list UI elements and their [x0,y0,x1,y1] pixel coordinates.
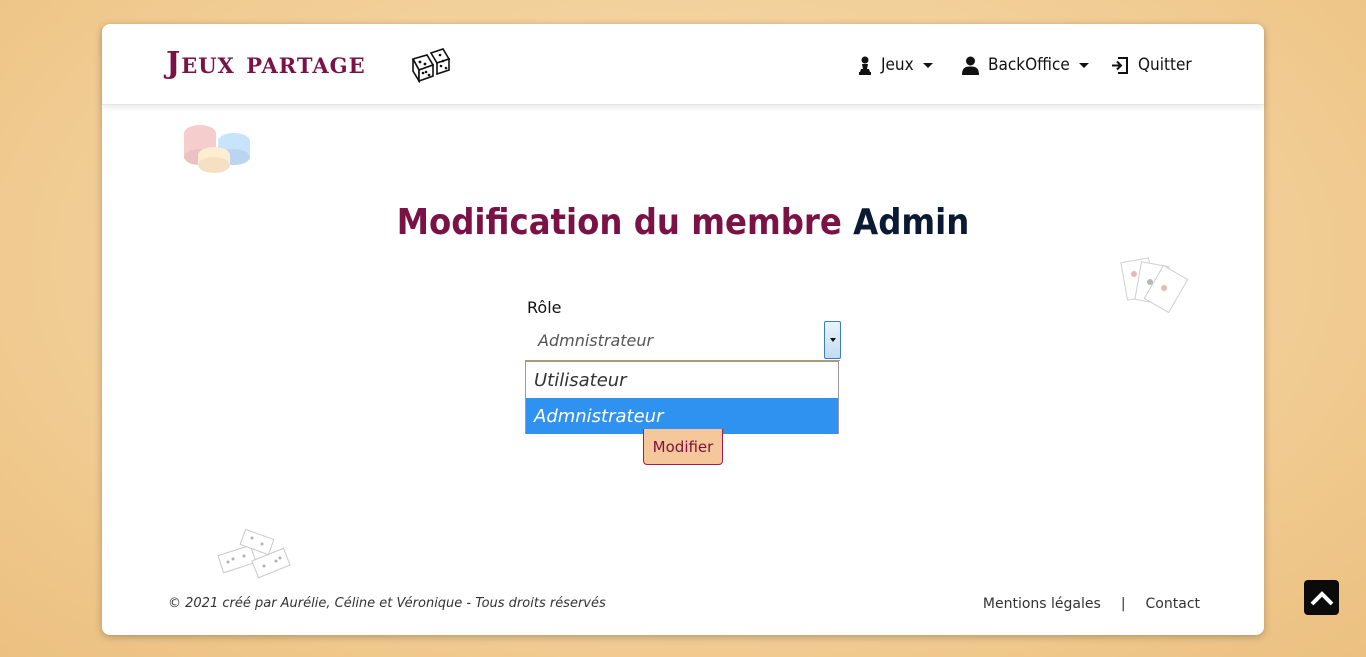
nav-quit-label: Quitter [1138,55,1192,75]
sign-out-icon [1112,56,1128,74]
user-icon [962,56,979,75]
chevron-down-icon [922,62,933,68]
navbar: Jeux partage Jeux BackOffice Quitter [102,24,1264,105]
footer-links: Mentions légales | Contact [983,596,1200,612]
footer-copyright: © 2021 créé par Aurélie, Céline et Véron… [168,596,606,611]
dice-icon [411,47,451,87]
dropdown-arrow-button[interactable] [824,321,841,359]
brand-logo[interactable]: Jeux partage [166,46,366,81]
contact-link[interactable]: Contact [1146,596,1200,612]
back-to-top-button[interactable] [1304,580,1339,615]
member-name: Admin [853,202,970,243]
chevron-up-icon [1310,590,1333,605]
playing-cards-decoration [1120,256,1192,326]
chevron-down-icon [1078,62,1089,68]
role-option-user[interactable]: Utilisateur [526,362,838,398]
nav-quit[interactable]: Quitter [1111,53,1192,77]
page-title-prefix: Modification du membre [396,202,842,243]
role-label: Rôle [527,298,562,317]
nav-backoffice-label: BackOffice [988,55,1070,75]
role-select-value: Admnistrateur [538,331,654,350]
role-select[interactable]: Admnistrateur [525,321,841,361]
main-card: Jeux partage Jeux BackOffice Quitter Mod… [102,24,1264,635]
nav-games[interactable]: Jeux [858,53,933,77]
nav-games-label: Jeux [881,55,914,75]
footer-separator: | [1120,596,1126,612]
poker-chips-decoration [182,119,254,179]
chevron-down-icon [829,338,836,342]
nav-backoffice[interactable]: BackOffice [962,53,1089,77]
dominoes-decoration [214,528,296,586]
legal-link[interactable]: Mentions légales [983,596,1101,612]
pawn-icon [859,56,871,75]
page-title: Modification du membre Admin [102,202,1264,243]
modify-button[interactable]: Modifier [643,429,723,465]
role-dropdown-list: Utilisateur Admnistrateur [525,361,839,434]
